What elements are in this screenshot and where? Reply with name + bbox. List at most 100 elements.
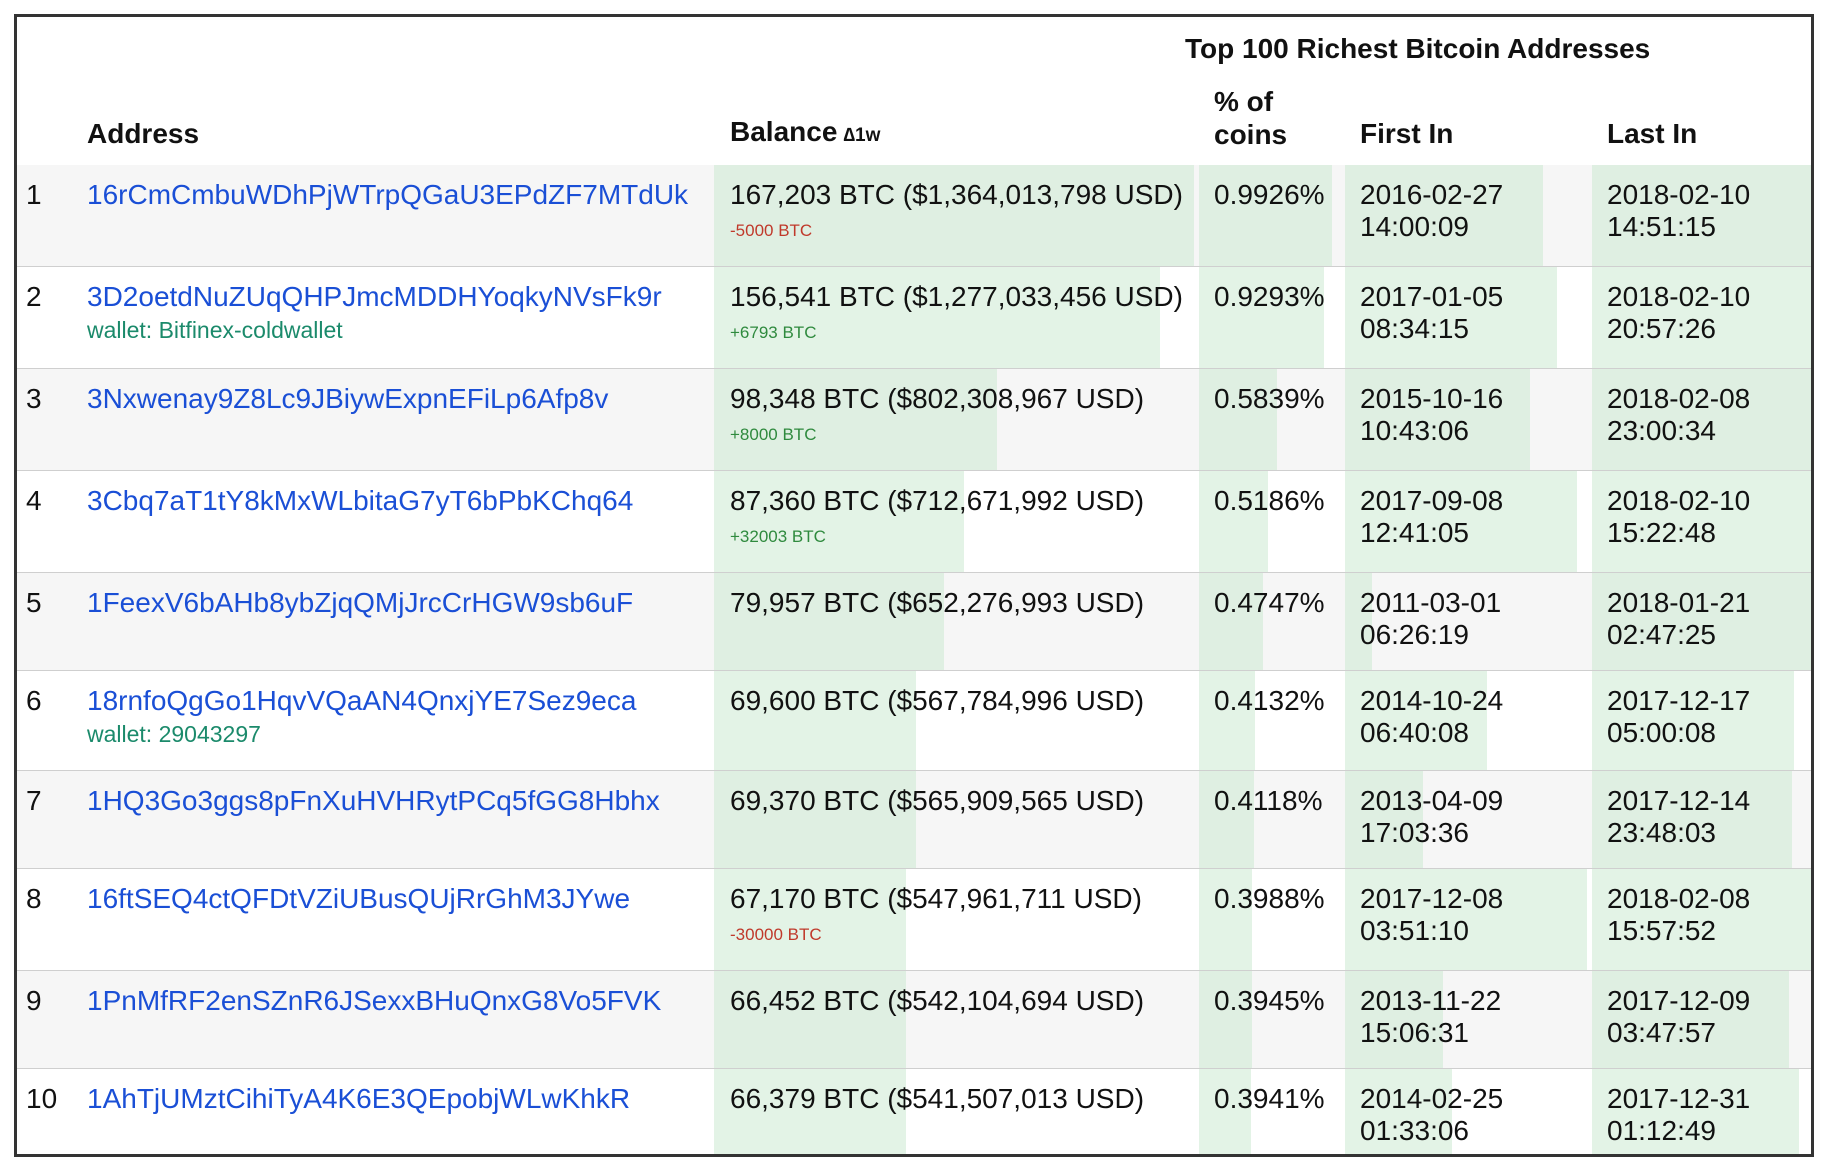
header-first-in[interactable]: First In bbox=[1360, 117, 1453, 150]
balance-value: 98,348 BTC ($802,308,967 USD) bbox=[730, 383, 1145, 414]
last-in-date: 2018-01-21 bbox=[1607, 587, 1751, 618]
header-balance-label: Balance bbox=[730, 116, 838, 147]
header-address[interactable]: Address bbox=[87, 117, 199, 150]
row-rank: 3 bbox=[26, 383, 42, 414]
first-in-datetime: 2014-10-24 06:40:08 bbox=[1360, 685, 1503, 749]
row-rank: 1 bbox=[26, 179, 42, 210]
last-in-date: 2017-12-17 bbox=[1607, 685, 1751, 716]
first-in-date: 2011-03-01 bbox=[1360, 587, 1502, 618]
last-in-datetime: 2017-12-17 05:00:08 bbox=[1607, 685, 1750, 749]
header-percent-line1: % of bbox=[1214, 86, 1274, 117]
table-row: 7 1HQ3Go3ggs8pFnXuHVHRytPCq5fGG8Hbhx 69,37… bbox=[17, 771, 1811, 869]
first-in-datetime: 2017-09-08 12:41:05 bbox=[1360, 485, 1503, 549]
last-in-time: 05:00:08 bbox=[1607, 717, 1716, 748]
table-row: 4 3Cbq7aT1tY8kMxWLbitaG7yT6bPbKChq64 87,36… bbox=[17, 471, 1811, 573]
address-link[interactable]: 3Nxwenay9Z8Lc9JBiywExpnEFiLp6Afp8v bbox=[87, 383, 608, 415]
weekly-change: +8000 BTC bbox=[730, 425, 817, 444]
weekly-change: -30000 BTC bbox=[730, 925, 822, 944]
first-in-datetime: 2014-02-25 01:33:06 bbox=[1360, 1083, 1503, 1147]
last-in-datetime: 2018-02-10 20:57:26 bbox=[1607, 281, 1750, 345]
last-in-date: 2018-02-10 bbox=[1607, 281, 1751, 312]
last-in-datetime: 2017-12-09 03:47:57 bbox=[1607, 985, 1750, 1049]
last-in-datetime: 2017-12-31 01:12:49 bbox=[1607, 1083, 1750, 1147]
first-in-date: 2016-02-27 bbox=[1360, 179, 1504, 210]
address-link[interactable]: 16ftSEQ4ctQFDtVZiUBusQUjRrGhM3JYwe bbox=[87, 883, 630, 915]
first-in-datetime: 2017-12-08 03:51:10 bbox=[1360, 883, 1503, 947]
header-last-in[interactable]: Last In bbox=[1607, 117, 1697, 150]
last-in-time: 01:12:49 bbox=[1607, 1115, 1716, 1146]
first-in-datetime: 2017-01-05 08:34:15 bbox=[1360, 281, 1503, 345]
last-in-datetime: 2018-02-08 23:00:34 bbox=[1607, 383, 1750, 447]
balance-value: 69,370 BTC ($565,909,565 USD) bbox=[730, 785, 1145, 816]
last-in-time: 15:22:48 bbox=[1607, 517, 1716, 548]
row-rank: 6 bbox=[26, 685, 42, 716]
first-in-date: 2015-10-16 bbox=[1360, 383, 1504, 414]
first-in-date: 2013-11-22 bbox=[1360, 985, 1502, 1016]
last-in-date: 2018-02-10 bbox=[1607, 179, 1751, 210]
row-rank: 4 bbox=[26, 485, 42, 516]
address-link[interactable]: 1PnMfRF2enSZnR6JSexxBHuQnxG8Vo5FVK bbox=[87, 985, 661, 1017]
last-in-time: 02:47:25 bbox=[1607, 619, 1716, 650]
last-in-time: 14:51:15 bbox=[1607, 211, 1716, 242]
last-in-time: 03:47:57 bbox=[1607, 1017, 1716, 1048]
first-in-time: 10:43:06 bbox=[1360, 415, 1469, 446]
wallet-label-link[interactable]: wallet: Bitfinex-coldwallet bbox=[87, 317, 343, 344]
address-link[interactable]: 3Cbq7aT1tY8kMxWLbitaG7yT6bPbKChq64 bbox=[87, 485, 633, 517]
first-in-date: 2014-10-24 bbox=[1360, 685, 1504, 716]
percent-of-coins: 0.5839% bbox=[1214, 383, 1325, 414]
last-in-time: 20:57:26 bbox=[1607, 313, 1716, 344]
percent-of-coins: 0.5186% bbox=[1214, 485, 1325, 516]
last-in-datetime: 2017-12-14 23:48:03 bbox=[1607, 785, 1750, 849]
first-in-date: 2017-01-05 bbox=[1360, 281, 1504, 312]
address-link[interactable]: 3D2oetdNuZUqQHPJmcMDDHYoqkyNVsFk9r bbox=[87, 281, 662, 313]
balance-value: 66,452 BTC ($542,104,694 USD) bbox=[730, 985, 1145, 1016]
weekly-change: +32003 BTC bbox=[730, 527, 826, 546]
last-in-datetime: 2018-02-10 15:22:48 bbox=[1607, 485, 1750, 549]
table-row: 3 3Nxwenay9Z8Lc9JBiywExpnEFiLp6Afp8v 98,34… bbox=[17, 369, 1811, 471]
balance-value: 69,600 BTC ($567,784,996 USD) bbox=[730, 685, 1145, 716]
header-delta-1w[interactable]: ∆1w bbox=[843, 125, 880, 146]
address-link[interactable]: 18rnfoQgGo1HqvVQaAN4QnxjYE7Sez9eca bbox=[87, 685, 636, 717]
table-row: 9 1PnMfRF2enSZnR6JSexxBHuQnxG8Vo5FVK 66,45… bbox=[17, 971, 1811, 1069]
first-in-date: 2014-02-25 bbox=[1360, 1083, 1504, 1114]
last-in-datetime: 2018-01-21 02:47:25 bbox=[1607, 587, 1750, 651]
balance-value: 79,957 BTC ($652,276,993 USD) bbox=[730, 587, 1145, 618]
first-in-time: 14:00:09 bbox=[1360, 211, 1469, 242]
address-link[interactable]: 1FeexV6bAHb8ybZjqQMjJrcCrHGW9sb6uF bbox=[87, 587, 633, 619]
first-in-time: 08:34:15 bbox=[1360, 313, 1469, 344]
last-in-datetime: 2018-02-10 14:51:15 bbox=[1607, 179, 1750, 243]
rich-list-table: Top 100 Richest Bitcoin Addresses Addres… bbox=[14, 14, 1814, 1157]
balance-value: 87,360 BTC ($712,671,992 USD) bbox=[730, 485, 1145, 516]
row-rank: 5 bbox=[26, 587, 42, 618]
weekly-change: +6793 BTC bbox=[730, 323, 817, 342]
table-row: 6 18rnfoQgGo1HqvVQaAN4QnxjYE7Sez9eca walle… bbox=[17, 671, 1811, 771]
weekly-change: -5000 BTC bbox=[730, 221, 813, 240]
first-in-time: 03:51:10 bbox=[1360, 915, 1469, 946]
header-percent-of-coins[interactable]: % of coins bbox=[1214, 85, 1287, 151]
balance-value: 66,379 BTC ($541,507,013 USD) bbox=[730, 1083, 1145, 1114]
last-in-date: 2018-02-08 bbox=[1607, 383, 1751, 414]
first-in-time: 17:03:36 bbox=[1360, 817, 1469, 848]
first-in-time: 06:26:19 bbox=[1360, 619, 1469, 650]
table-header: Address Balance ∆1w % of coins First In La… bbox=[17, 17, 1811, 166]
row-rank: 7 bbox=[26, 785, 42, 816]
first-in-datetime: 2013-11-22 15:06:31 bbox=[1360, 985, 1501, 1049]
first-in-datetime: 2016-02-27 14:00:09 bbox=[1360, 179, 1503, 243]
first-in-time: 01:33:06 bbox=[1360, 1115, 1469, 1146]
last-in-time: 23:48:03 bbox=[1607, 817, 1716, 848]
address-link[interactable]: 16rCmCmbuWDhPjWTrpQGaU3EPdZF7MTdUk bbox=[87, 179, 688, 211]
percent-of-coins: 0.3941% bbox=[1214, 1083, 1325, 1114]
last-in-date: 2017-12-14 bbox=[1607, 785, 1751, 816]
row-rank: 9 bbox=[26, 985, 42, 1016]
first-in-time: 06:40:08 bbox=[1360, 717, 1469, 748]
last-in-date: 2017-12-09 bbox=[1607, 985, 1751, 1016]
row-rank: 2 bbox=[26, 281, 42, 312]
first-in-datetime: 2011-03-01 06:26:19 bbox=[1360, 587, 1501, 651]
address-link[interactable]: 1AhTjUMztCihiTyA4K6E3QEpobjWLwKhkR bbox=[87, 1083, 630, 1115]
address-link[interactable]: 1HQ3Go3ggs8pFnXuHVHRytPCq5fGG8Hbhx bbox=[87, 785, 660, 817]
table-row: 1 16rCmCmbuWDhPjWTrpQGaU3EPdZF7MTdUk 167,2… bbox=[17, 165, 1811, 267]
header-balance[interactable]: Balance ∆1w bbox=[730, 115, 880, 152]
wallet-label-link[interactable]: wallet: 29043297 bbox=[87, 721, 261, 748]
row-rank: 8 bbox=[26, 883, 42, 914]
first-in-date: 2017-12-08 bbox=[1360, 883, 1504, 914]
